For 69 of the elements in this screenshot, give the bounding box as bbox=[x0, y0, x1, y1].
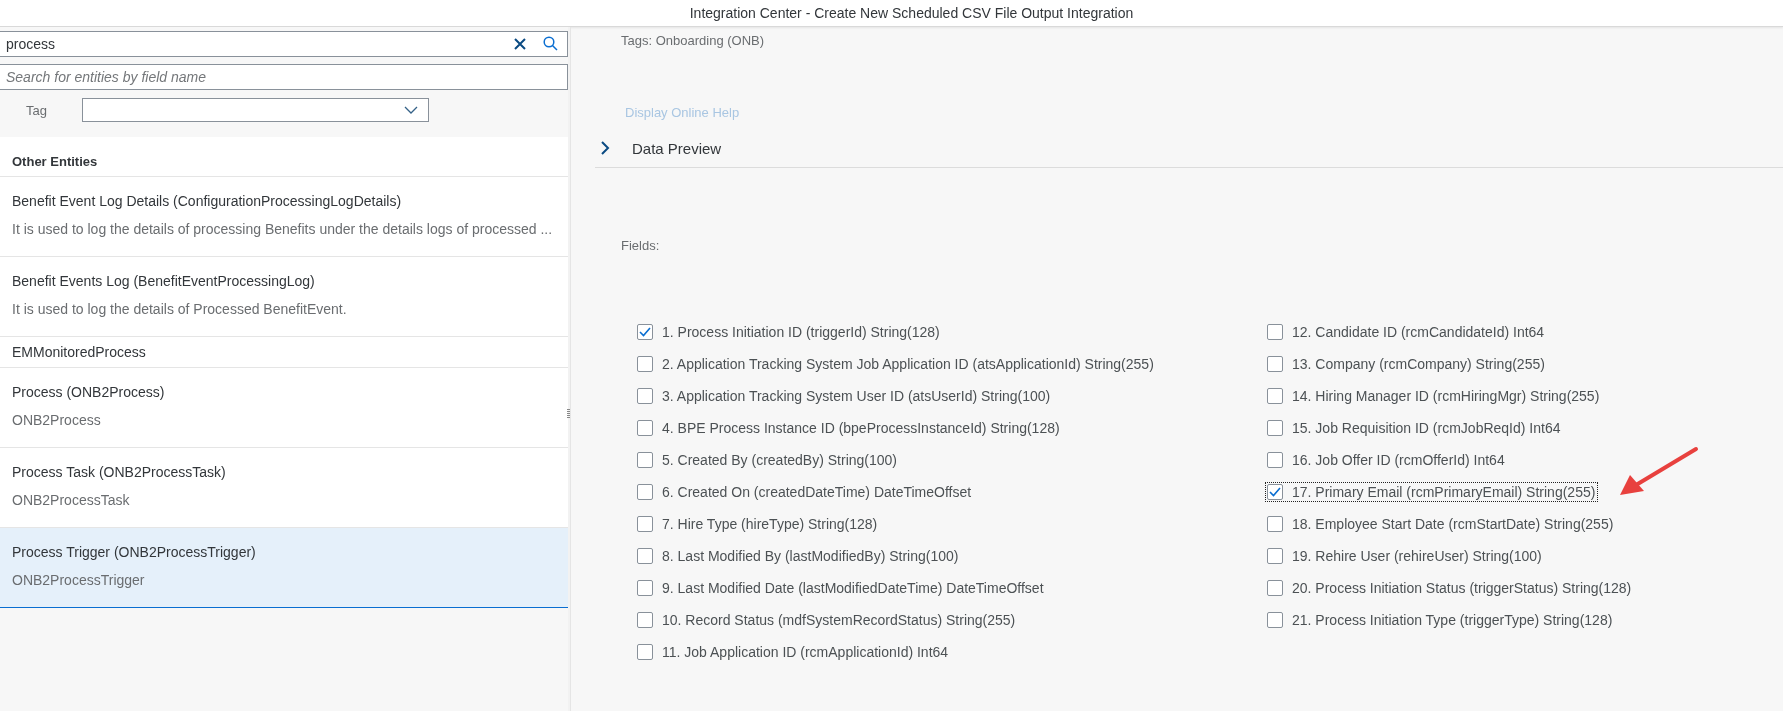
entity-title: Benefit Events Log (BenefitEventProcessingLog) bbox=[12, 273, 316, 289]
checkbox[interactable] bbox=[1267, 452, 1283, 468]
checkbox[interactable] bbox=[1267, 580, 1283, 596]
data-preview-toggle[interactable]: Data Preview bbox=[595, 139, 722, 157]
chevron-right-icon bbox=[601, 141, 610, 155]
field-checkbox[interactable]: 17. Primary Email (rcmPrimaryEmail) String(255) bbox=[1265, 482, 1599, 502]
chevron-down-icon bbox=[404, 106, 418, 114]
checkbox[interactable] bbox=[637, 324, 653, 340]
checkbox[interactable] bbox=[637, 580, 653, 596]
field-checkbox[interactable]: 19. Rehire User (rehireUser) String(100) bbox=[1265, 546, 1545, 566]
entity-list-item[interactable]: EMMonitoredProcess bbox=[0, 337, 568, 368]
checkbox[interactable] bbox=[1267, 324, 1283, 340]
checkbox[interactable] bbox=[1267, 548, 1283, 564]
checkbox[interactable] bbox=[1267, 516, 1283, 532]
field-checkbox[interactable]: 12. Candidate ID (rcmCandidateId) Int64 bbox=[1265, 322, 1548, 342]
entity-title: Process Task (ONB2ProcessTask) bbox=[12, 464, 227, 480]
tags-text: Tags: Onboarding (ONB) bbox=[621, 32, 766, 48]
checkbox[interactable] bbox=[637, 388, 653, 404]
checkbox[interactable] bbox=[637, 420, 653, 436]
field-checkbox[interactable]: 8. Last Modified By (lastModifiedBy) String(100) bbox=[635, 546, 962, 566]
entity-list-item[interactable]: Process Trigger (ONB2ProcessTrigger) ONB2ProcessTrigger bbox=[0, 528, 568, 608]
checkbox[interactable] bbox=[1267, 484, 1283, 500]
section-heading: Other Entities bbox=[0, 137, 568, 177]
tag-label: Tag bbox=[25, 102, 48, 118]
tag-dropdown[interactable] bbox=[82, 98, 429, 122]
checkbox[interactable] bbox=[637, 644, 653, 660]
field-checkbox[interactable]: 18. Employee Start Date (rcmStartDate) String(255) bbox=[1265, 514, 1617, 534]
checkbox[interactable] bbox=[1267, 388, 1283, 404]
fields-label: Fields: bbox=[621, 238, 661, 253]
window-title: Integration Center - Create New Scheduled CSV File Output Integration bbox=[688, 5, 1134, 21]
field-checkbox[interactable]: 1. Process Initiation ID (triggerId) String(128) bbox=[635, 322, 943, 342]
field-checkbox[interactable]: 10. Record Status (mdfSystemRecordStatus) String(255) bbox=[635, 610, 1019, 630]
checkbox[interactable] bbox=[637, 516, 653, 532]
entity-description: ONB2ProcessTrigger bbox=[12, 572, 146, 588]
entity-description: ONB2ProcessTask bbox=[12, 492, 131, 508]
entity-description: ONB2Process bbox=[12, 412, 102, 428]
entity-title: EMMonitoredProcess bbox=[12, 344, 147, 360]
checkbox[interactable] bbox=[1267, 612, 1283, 628]
field-checkbox[interactable]: 14. Hiring Manager ID (rcmHiringMgr) String(255) bbox=[1265, 386, 1603, 406]
field-checkbox[interactable]: 11. Job Application ID (rcmApplicationId) Int64 bbox=[635, 642, 952, 662]
checkbox[interactable] bbox=[1267, 420, 1283, 436]
entity-title: Process Trigger (ONB2ProcessTrigger) bbox=[12, 544, 257, 560]
entity-description: It is used to log the details of Processed BenefitEvent. bbox=[12, 301, 348, 317]
entity-title: Benefit Event Log Details (ConfigurationProcessingLogDetails) bbox=[12, 193, 403, 209]
search-field[interactable]: process bbox=[0, 31, 568, 57]
grip-icon[interactable] bbox=[567, 409, 570, 418]
field-checkbox[interactable]: 20. Process Initiation Status (triggerStatus) String(128) bbox=[1265, 578, 1635, 598]
field-checkbox[interactable]: 7. Hire Type (hireType) String(128) bbox=[635, 514, 881, 534]
field-checkbox[interactable]: 16. Job Offer ID (rcmOfferId) Int64 bbox=[1265, 450, 1508, 470]
field-checkbox[interactable]: 4. BPE Process Instance ID (bpeProcessInstanceId) String(128) bbox=[635, 418, 1063, 438]
field-search-input[interactable]: Search for entities by field name bbox=[0, 64, 568, 90]
checkbox[interactable] bbox=[637, 612, 653, 628]
checkbox[interactable] bbox=[637, 356, 653, 372]
field-checkbox[interactable]: 3. Application Tracking System User ID (atsUserId) String(100) bbox=[635, 386, 1054, 406]
field-checkbox[interactable]: 15. Job Requisition ID (rcmJobReqId) Int64 bbox=[1265, 418, 1564, 438]
checkbox[interactable] bbox=[637, 548, 653, 564]
checkbox[interactable] bbox=[637, 452, 653, 468]
checkbox[interactable] bbox=[1267, 356, 1283, 372]
clear-icon[interactable] bbox=[514, 38, 526, 50]
search-icon[interactable] bbox=[543, 36, 558, 51]
field-checkbox[interactable]: 13. Company (rcmCompany) String(255) bbox=[1265, 354, 1548, 374]
checkbox[interactable] bbox=[637, 484, 653, 500]
field-checkbox[interactable]: 5. Created By (createdBy) String(100) bbox=[635, 450, 900, 470]
field-checkbox[interactable]: 21. Process Initiation Type (triggerType) String(128) bbox=[1265, 610, 1616, 630]
field-checkbox[interactable]: 9. Last Modified Date (lastModifiedDateTime) DateTimeOffset bbox=[635, 578, 1047, 598]
field-checkbox[interactable]: 6. Created On (createdDateTime) DateTimeOffset bbox=[635, 482, 975, 502]
entity-title: Process (ONB2Process) bbox=[12, 384, 166, 400]
entity-description: It is used to log the details of processing Benefits under the details logs of processed ... bbox=[12, 221, 554, 237]
field-checkbox[interactable]: 2. Application Tracking System Job Application ID (atsApplicationId) String(255) bbox=[635, 354, 1157, 374]
